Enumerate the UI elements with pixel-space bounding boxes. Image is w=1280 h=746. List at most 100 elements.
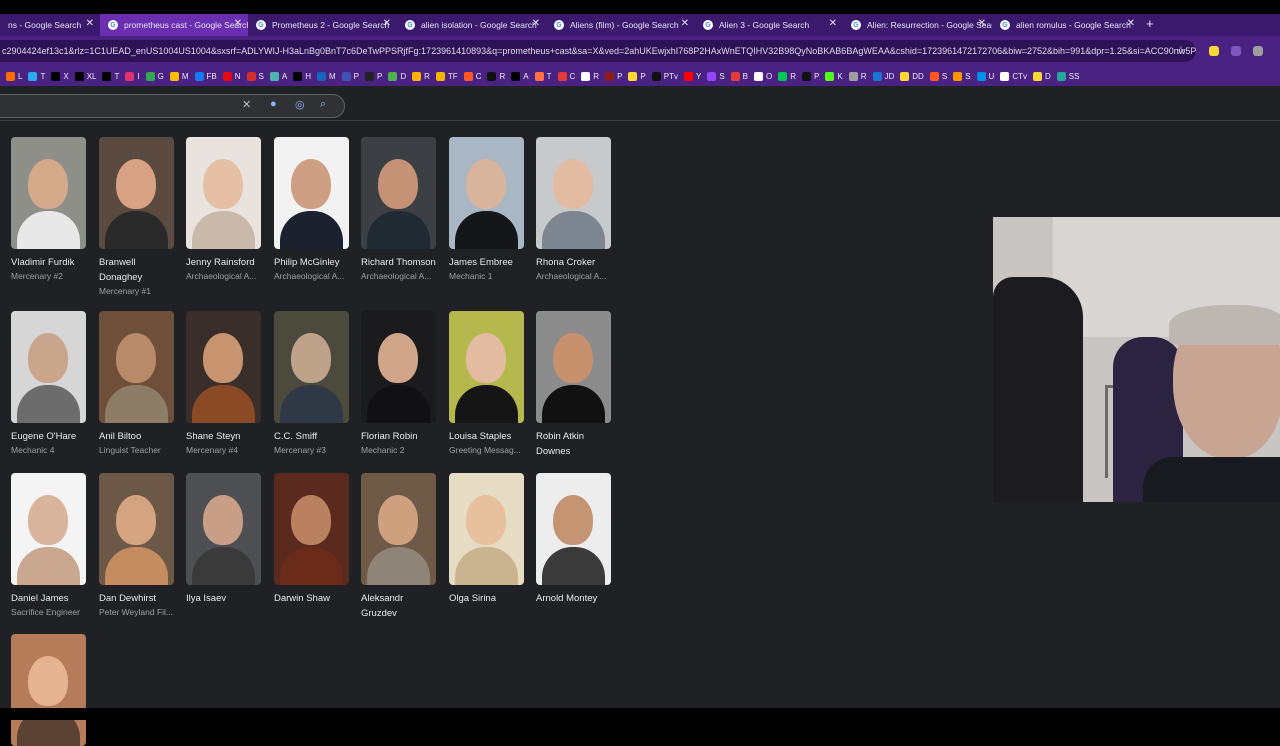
bookmark-item[interactable]: A [511, 71, 529, 81]
bookmark-item[interactable]: R [778, 71, 796, 81]
bookmark-item[interactable]: X [51, 71, 69, 81]
bookmark-item[interactable]: JD [872, 71, 894, 81]
bookmark-item[interactable]: U [976, 71, 994, 81]
close-tab-icon[interactable]: ✕ [978, 18, 986, 29]
cast-photo[interactable] [449, 137, 524, 249]
bookmark-item[interactable]: R [412, 71, 430, 81]
bookmark-item[interactable]: T [28, 71, 45, 81]
cast-member-card[interactable]: Vladimir Furdik Mercenary #2 [11, 137, 89, 283]
cast-name[interactable]: Dan Dewhirst [99, 591, 177, 606]
bookmark-item[interactable]: I [125, 71, 140, 81]
cast-member-card[interactable]: Richard Thomson Archaeological A... [361, 137, 439, 283]
cast-photo[interactable] [99, 311, 174, 423]
cast-member-card[interactable] [11, 634, 89, 746]
bookmark-item[interactable]: M [169, 71, 189, 81]
cast-photo[interactable] [186, 473, 261, 585]
bookmark-item[interactable]: S [707, 71, 725, 81]
cast-photo[interactable] [536, 311, 611, 423]
bookmark-item[interactable]: T [102, 71, 119, 81]
cast-member-card[interactable]: Rhona Croker Archaeological A... [536, 137, 614, 283]
cast-name[interactable]: Florian Robin [361, 429, 439, 444]
cast-name[interactable]: Shane Steyn [186, 429, 264, 444]
cast-member-card[interactable]: Dan Dewhirst Peter Weyland Fil... [99, 473, 177, 619]
cast-name[interactable]: C.C. Smiff [274, 429, 352, 444]
browser-tab[interactable]: G Prometheus 2 - Google Search ✕ [248, 14, 397, 36]
mic-icon[interactable]: ● [270, 98, 277, 110]
cast-photo[interactable] [186, 137, 261, 249]
bookmark-item[interactable]: Y [683, 71, 701, 81]
cast-photo[interactable] [274, 311, 349, 423]
browser-tab[interactable]: Galien romulus - Google Search ✕ [992, 14, 1141, 36]
cast-name[interactable]: Ilya Isaev [186, 591, 264, 606]
close-tab-icon[interactable]: ✕ [829, 18, 837, 29]
bookmark-item[interactable]: P [365, 71, 382, 81]
bookmark-item[interactable]: N [222, 71, 241, 81]
cast-name[interactable]: Branwell Donaghey [99, 255, 177, 285]
cast-photo[interactable] [11, 634, 86, 746]
bookmark-item[interactable]: R [848, 71, 867, 81]
close-tab-icon[interactable]: ✕ [234, 18, 242, 29]
cast-photo[interactable] [274, 473, 349, 585]
close-tab-icon[interactable]: ✕ [1127, 18, 1135, 29]
browser-tab[interactable]: G Alien: Resurrection - Google Search ✕ [843, 14, 992, 36]
cast-name[interactable]: Daniel James [11, 591, 89, 606]
cast-member-card[interactable]: Aleksandr Gruzdev [361, 473, 439, 621]
browser-tab[interactable]: Gprometheus cast - Google Search ✕ [100, 14, 248, 36]
cast-name[interactable]: Louisa Staples [449, 429, 527, 444]
cast-photo[interactable] [99, 137, 174, 249]
bookmark-item[interactable]: G [145, 71, 164, 81]
cast-photo[interactable] [449, 473, 524, 585]
cast-photo[interactable] [536, 473, 611, 585]
cast-photo[interactable] [361, 137, 436, 249]
bookmark-item[interactable]: O [754, 71, 772, 81]
bookmark-item[interactable]: R [581, 71, 599, 81]
cast-name[interactable]: Olga Sirina [449, 591, 527, 606]
cast-photo[interactable] [449, 311, 524, 423]
bookmark-item[interactable]: C [463, 71, 481, 81]
bookmark-item[interactable]: PTv [651, 71, 678, 81]
cast-name[interactable]: Richard Thomson [361, 255, 439, 270]
close-tab-icon[interactable]: ✕ [86, 18, 94, 29]
bookmark-item[interactable]: CTv [1000, 71, 1027, 81]
cast-member-card[interactable]: Olga Sirina [449, 473, 527, 606]
cast-member-card[interactable]: Daniel James Sacrifice Engineer [11, 473, 89, 619]
new-tab-button[interactable]: + [1146, 16, 1154, 31]
close-tab-icon[interactable]: ✕ [383, 18, 391, 29]
cast-name[interactable]: Rhona Croker [536, 255, 614, 270]
cast-photo[interactable] [274, 137, 349, 249]
cast-member-card[interactable]: Anil Biltoo Linguist Teacher [99, 311, 177, 457]
cast-member-card[interactable]: Eugene O'Hare Mechanic 4 [11, 311, 89, 457]
cast-member-card[interactable]: Jenny Rainsford Archaeological A... [186, 137, 264, 283]
cast-name[interactable]: Eugene O'Hare [11, 429, 89, 444]
browser-tab[interactable]: G Aliens (film) - Google Search ✕ [546, 14, 695, 36]
browser-tab[interactable]: ns - Google Search ✕ [0, 14, 100, 36]
bookmark-item[interactable]: R [487, 71, 505, 81]
close-tab-icon[interactable]: ✕ [532, 18, 540, 29]
cast-name[interactable]: Darwin Shaw [274, 591, 352, 606]
extension-icon[interactable] [1209, 46, 1219, 56]
cast-name[interactable]: Robin Atkin Downes [536, 429, 614, 459]
cast-member-card[interactable]: Branwell Donaghey Mercenary #1 [99, 137, 177, 298]
cast-name[interactable]: Anil Biltoo [99, 429, 177, 444]
bookmark-item[interactable]: S [953, 71, 971, 81]
cast-member-card[interactable]: James Embree Mechanic 1 [449, 137, 527, 283]
bookmark-item[interactable]: L [6, 71, 22, 81]
cast-member-card[interactable]: Robin Atkin Downes [536, 311, 614, 459]
cast-name[interactable]: Jenny Rainsford [186, 255, 264, 270]
cast-photo[interactable] [361, 311, 436, 423]
cast-member-card[interactable]: Darwin Shaw [274, 473, 352, 606]
cast-member-card[interactable]: Philip McGinley Archaeological A... [274, 137, 352, 283]
bookmark-star-icon[interactable]: ☆ [1176, 44, 1186, 57]
cast-photo[interactable] [11, 137, 86, 249]
bookmark-item[interactable]: M [317, 71, 336, 81]
bookmark-item[interactable]: A [269, 71, 287, 81]
cast-photo[interactable] [11, 311, 86, 423]
bookmark-item[interactable]: K [825, 71, 843, 81]
bookmark-item[interactable]: C [557, 71, 575, 81]
bookmark-item[interactable]: TF [435, 71, 458, 81]
bookmark-item[interactable]: H [293, 71, 311, 81]
cast-photo[interactable] [361, 473, 436, 585]
lens-icon[interactable]: ◎ [295, 98, 305, 111]
cast-photo[interactable] [99, 473, 174, 585]
cast-name[interactable]: Arnold Montey [536, 591, 614, 606]
